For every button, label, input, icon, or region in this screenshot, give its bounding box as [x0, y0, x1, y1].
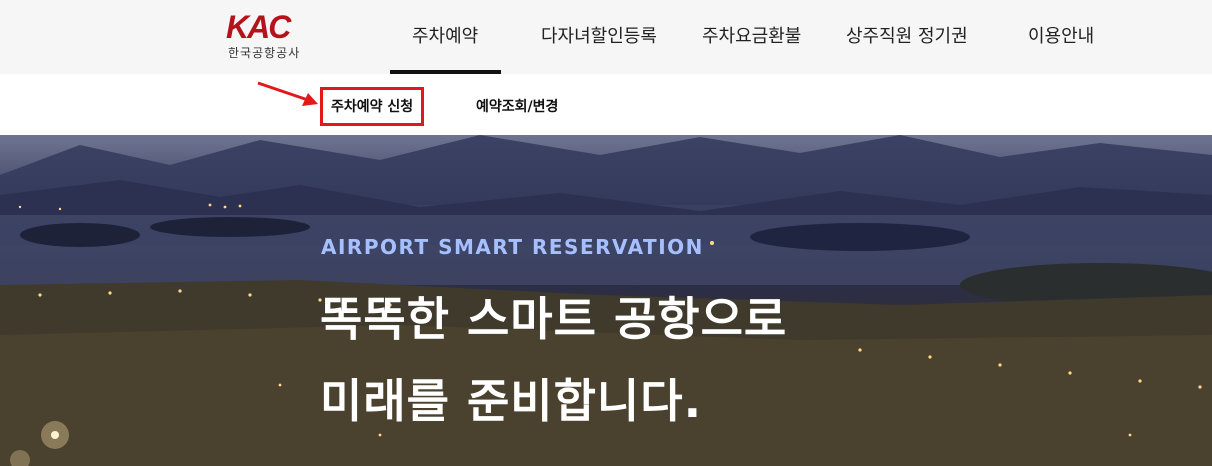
gnb-fee-refund[interactable]: 주차요금환불 — [702, 22, 801, 48]
red-arrow-icon — [257, 81, 318, 106]
sub-reservation-lookup[interactable]: 예약조회/변경 — [476, 96, 558, 116]
gnb-staff-pass[interactable]: 상주직원 정기권 — [846, 22, 968, 48]
sub-reservation-apply[interactable]: 주차예약 신청 — [331, 96, 413, 116]
gnb-parking-reservation[interactable]: 주차예약 — [412, 22, 478, 48]
gnb-guide[interactable]: 이용안내 — [1028, 22, 1094, 48]
header: KAC 한국공항공사 주차예약 다자녀할인등록 주차요금환불 상주직원 정기권 … — [0, 0, 1212, 74]
sub-navigation: 주차예약 신청 예약조회/변경 — [0, 74, 1212, 135]
hero-headline-line2: 미래를 준비합니다. — [320, 374, 703, 428]
hero-eyebrow: AIRPORT SMART RESERVATION — [321, 235, 704, 259]
hero-headline-line1: 똑똑한 스마트 공항으로 — [320, 292, 788, 346]
main-navigation: 주차예약 다자녀할인등록 주차요금환불 상주직원 정기권 이용안내 — [0, 0, 1212, 74]
gnb-multichild-discount[interactable]: 다자녀할인등록 — [541, 22, 657, 48]
hero-banner: AIRPORT SMART RESERVATION 똑똑한 스마트 공항으로 미… — [0, 135, 1212, 466]
